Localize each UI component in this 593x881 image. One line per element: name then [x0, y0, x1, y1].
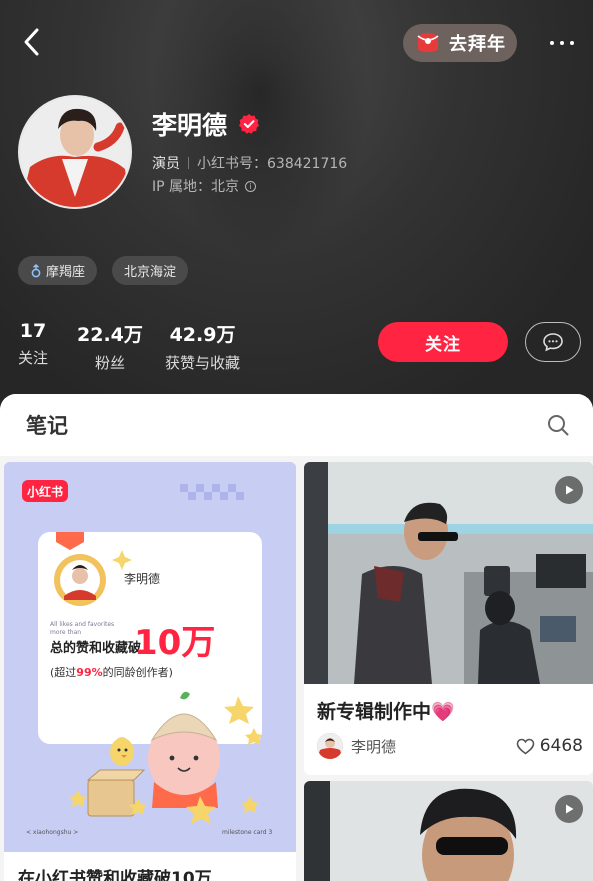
poster-small-text-2: more than — [50, 629, 81, 636]
divider — [188, 157, 189, 169]
stat-likes-label: 获赞与收藏 — [165, 354, 241, 372]
search-icon[interactable] — [547, 414, 569, 436]
milestone-poster-art: 小红书 李明德 All likes and favorites more tha… — [4, 462, 296, 852]
more-dots-icon — [550, 41, 554, 45]
album-video-cover — [304, 462, 593, 684]
avatar-image — [20, 97, 130, 207]
video-play-icon — [555, 795, 583, 823]
poster-headline-prefix: 总的赞和收藏破 — [50, 640, 141, 656]
notes-tab-bar: 笔记 — [0, 394, 593, 456]
stat-fans-label: 粉丝 — [94, 354, 125, 372]
poster-sub-percent: 99% — [76, 666, 102, 679]
notes-panel: 笔记 小红书 李明德 All likes and favorites more … — [0, 394, 593, 881]
profile-role: 演员 — [152, 156, 180, 172]
stat-following-value: 17 — [19, 320, 47, 342]
video-play-icon — [555, 476, 583, 504]
album-note-title: 新专辑制作中💗 — [317, 701, 455, 723]
info-icon[interactable]: i — [245, 180, 257, 192]
red-envelope-icon — [417, 33, 439, 52]
note-card-album[interactable]: 新专辑制作中💗 李明德 6468 — [304, 462, 593, 775]
ip-location-line: IP 属地：北京 i — [152, 176, 257, 196]
profile-header: 去拜年 李明德 演员 小红书号：638421716 IP 属地：北京 i 摩羯座 — [0, 0, 593, 410]
verified-check-icon — [239, 114, 259, 134]
stat-likes-collects[interactable]: 42.9万 获赞与收藏 — [165, 320, 240, 373]
like-count: 6468 — [539, 736, 583, 756]
heart-icon — [516, 738, 535, 754]
new-year-greeting-button[interactable]: 去拜年 — [403, 24, 517, 62]
tag-zodiac-label: 摩羯座 — [46, 265, 86, 280]
poster-user: 李明德 — [124, 571, 160, 586]
svg-text:(超过99%的同龄创作者): (超过99%的同龄创作者) — [50, 665, 173, 679]
stat-fans-value: 22.4万 — [77, 324, 143, 346]
more-options-button[interactable] — [540, 28, 584, 58]
author-name[interactable]: 李明德 — [351, 736, 396, 757]
poster-brand: 小红书 — [27, 484, 63, 499]
author-avatar[interactable] — [317, 733, 343, 759]
profile-avatar[interactable] — [18, 95, 132, 209]
album-photo-art — [304, 462, 593, 684]
like-counter[interactable]: 6468 — [516, 736, 583, 756]
note-card-video-2[interactable] — [304, 781, 593, 881]
video-2-cover — [304, 781, 593, 881]
message-button[interactable] — [525, 322, 581, 362]
profile-meta-line: 演员 小红书号：638421716 — [152, 153, 347, 173]
new-year-label: 去拜年 — [449, 34, 506, 55]
tag-location[interactable]: 北京海淀 — [112, 256, 189, 285]
stat-following[interactable]: 17 关注 — [18, 320, 48, 368]
chat-bubble-icon — [543, 333, 563, 352]
poster-headline-number: 10万 — [134, 623, 215, 663]
male-gender-icon — [31, 263, 41, 277]
poster-small-text-1: All likes and favorites — [50, 621, 114, 628]
poster-footer-right: milestone card 3 — [222, 829, 272, 836]
more-dot — [560, 41, 564, 45]
tag-zodiac[interactable]: 摩羯座 — [18, 256, 98, 285]
video-2-photo-art — [304, 781, 593, 881]
back-button[interactable] — [14, 22, 48, 62]
stat-fans[interactable]: 22.4万 粉丝 — [77, 320, 143, 373]
poster-sub-prefix: (超过 — [50, 665, 76, 679]
ip-location: IP 属地：北京 — [152, 179, 240, 195]
stat-likes-value: 42.9万 — [169, 324, 236, 346]
tab-notes[interactable]: 笔记 — [26, 410, 68, 440]
poster-sub-suffix: 的同龄创作者) — [103, 665, 173, 679]
follow-button[interactable]: 关注 — [378, 322, 508, 362]
chevron-left-icon — [24, 28, 39, 56]
note-card-milestone[interactable]: 小红书 李明德 All likes and favorites more tha… — [4, 462, 296, 881]
tag-location-label: 北京海淀 — [124, 265, 177, 280]
redbook-id[interactable]: 小红书号：638421716 — [197, 153, 347, 173]
milestone-poster: 小红书 李明德 All likes and favorites more tha… — [4, 462, 296, 852]
album-note-footer: 李明德 6468 — [317, 732, 583, 760]
stat-following-label: 关注 — [18, 349, 49, 367]
profile-name: 李明德 — [152, 111, 228, 140]
milestone-caption: 在小红书赞和收藏破10万 — [18, 869, 212, 881]
poster-footer-left: < xiaohongshu > — [26, 829, 78, 836]
more-dot — [570, 41, 574, 45]
